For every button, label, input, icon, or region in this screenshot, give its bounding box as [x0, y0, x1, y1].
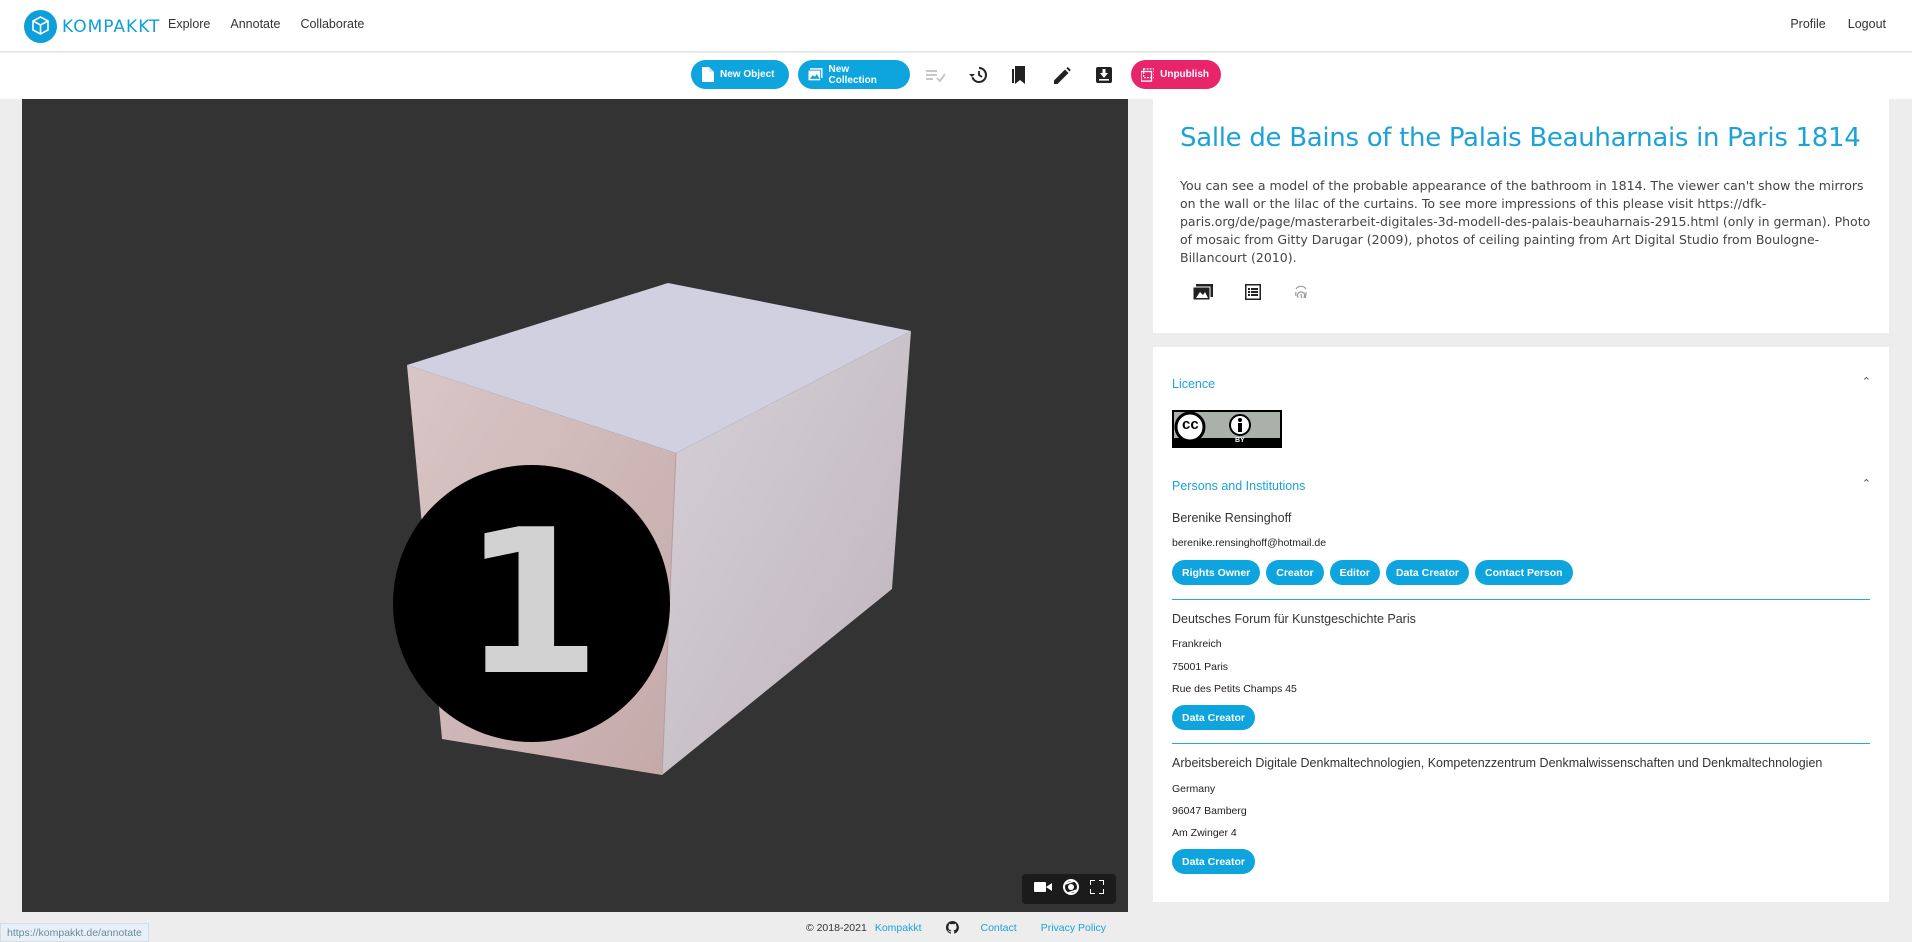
brand-name: KOMPAKKT	[62, 16, 161, 37]
history-icon[interactable]	[967, 64, 989, 86]
by-badge-text: BY	[1235, 437, 1245, 444]
download-box-icon[interactable]	[1093, 64, 1115, 86]
object-info-card: Salle de Bains of the Palais Beauharnais…	[1153, 99, 1889, 333]
nav-collaborate[interactable]: Collaborate	[300, 17, 364, 31]
top-navbar: KOMPAKKT Explore Annotate Collaborate Pr…	[0, 0, 1912, 52]
footer: © 2018-2021 Kompakkt Contact Privacy Pol…	[0, 913, 1912, 942]
institution-name: Arbeitsbereich Digitale Denkmaltechnolog…	[1172, 756, 1823, 770]
new-object-label: New Object	[720, 69, 775, 80]
person-name: Berenike Rensinghoff	[1172, 511, 1292, 525]
unpublish-label: Unpublish	[1160, 69, 1209, 80]
new-collection-label: New Collection	[828, 63, 877, 86]
aperture-settings-icon[interactable]	[1062, 878, 1079, 900]
institution-name: Deutsches Forum für Kunstgeschichte Pari…	[1172, 612, 1416, 626]
role-chip-data-creator[interactable]: Data Creator	[1172, 849, 1256, 874]
3d-viewer-canvas[interactable]: 1	[22, 99, 1128, 912]
annotation-number: 1	[461, 486, 602, 720]
collapse-licence-icon[interactable]: ⌃	[1862, 375, 1871, 388]
licence-heading[interactable]: Licence	[1172, 377, 1215, 391]
divider	[1172, 743, 1870, 744]
role-chip-contact-person[interactable]: Contact Person	[1475, 560, 1573, 585]
metadata-list-icon[interactable]	[1245, 284, 1261, 305]
viewer-controls	[1022, 874, 1116, 904]
edit-pencil-icon[interactable]	[1051, 64, 1073, 86]
privacy-policy-link[interactable]: Privacy Policy	[1041, 922, 1106, 934]
object-description: You can see a model of the probable appe…	[1180, 178, 1871, 265]
role-chip-creator[interactable]: Creator	[1266, 560, 1324, 585]
institution-street: Am Zwinger 4	[1172, 827, 1237, 839]
nav-profile[interactable]: Profile	[1790, 17, 1825, 31]
institution-city: 75001 Paris	[1172, 661, 1229, 673]
cc-by-licence-badge[interactable]: cc BY	[1172, 410, 1282, 448]
person-email: berenike.rensinghoff@hotmail.de	[1172, 537, 1327, 549]
annotation-marker[interactable]: 1	[393, 465, 670, 742]
collapse-persons-icon[interactable]: ⌃	[1862, 477, 1871, 490]
role-chip-data-creator[interactable]: Data Creator	[1385, 560, 1469, 585]
status-bar-url: https://kompakkt.de/annotate	[0, 923, 149, 942]
role-chip-rights-owner[interactable]: Rights Owner	[1172, 560, 1261, 585]
institution-country: Germany	[1172, 783, 1216, 795]
unpublish-button[interactable]: Unpublish	[1131, 60, 1221, 89]
bookmarks-icon[interactable]	[1009, 64, 1031, 86]
institution-city: 96047 Bamberg	[1172, 805, 1247, 817]
checklist-icon[interactable]	[925, 64, 947, 86]
institution-country: Frankreich	[1172, 638, 1222, 650]
nav-annotate[interactable]: Annotate	[230, 17, 280, 31]
nav-logout[interactable]: Logout	[1848, 17, 1886, 31]
copyright-text: © 2018-2021	[805, 921, 867, 934]
action-toolbar: New Object New Collection Unpublish	[0, 53, 1912, 99]
camera-icon[interactable]	[1033, 880, 1052, 898]
file-icon	[702, 67, 714, 82]
fullscreen-icon[interactable]	[1089, 878, 1106, 899]
kompakkt-logo-icon	[24, 10, 57, 43]
fingerprint-icon[interactable]	[1293, 284, 1309, 305]
new-object-button[interactable]: New Object	[691, 60, 789, 89]
contact-link[interactable]: Contact	[981, 922, 1017, 934]
object-details-card: Licence ⌃ cc BY Persons and Institutions…	[1153, 347, 1889, 902]
image-collection-icon	[808, 68, 823, 81]
unpublish-icon	[1141, 67, 1155, 82]
divider	[1172, 599, 1870, 600]
nav-explore[interactable]: Explore	[168, 17, 210, 31]
kompakkt-footer-link[interactable]: Kompakkt	[875, 922, 922, 934]
institution-street: Rue des Petits Champs 45	[1172, 683, 1297, 695]
image-gallery-icon[interactable]	[1192, 284, 1213, 305]
object-title: Salle de Bains of the Palais Beauharnais…	[1180, 123, 1861, 153]
role-chip-editor[interactable]: Editor	[1329, 560, 1380, 585]
logo[interactable]: KOMPAKKT	[24, 10, 160, 43]
cc-badge-text: cc	[1182, 416, 1199, 433]
new-collection-button[interactable]: New Collection	[798, 60, 910, 89]
role-chip-data-creator[interactable]: Data Creator	[1172, 705, 1256, 730]
persons-heading[interactable]: Persons and Institutions	[1172, 479, 1305, 493]
github-icon[interactable]	[945, 921, 959, 934]
